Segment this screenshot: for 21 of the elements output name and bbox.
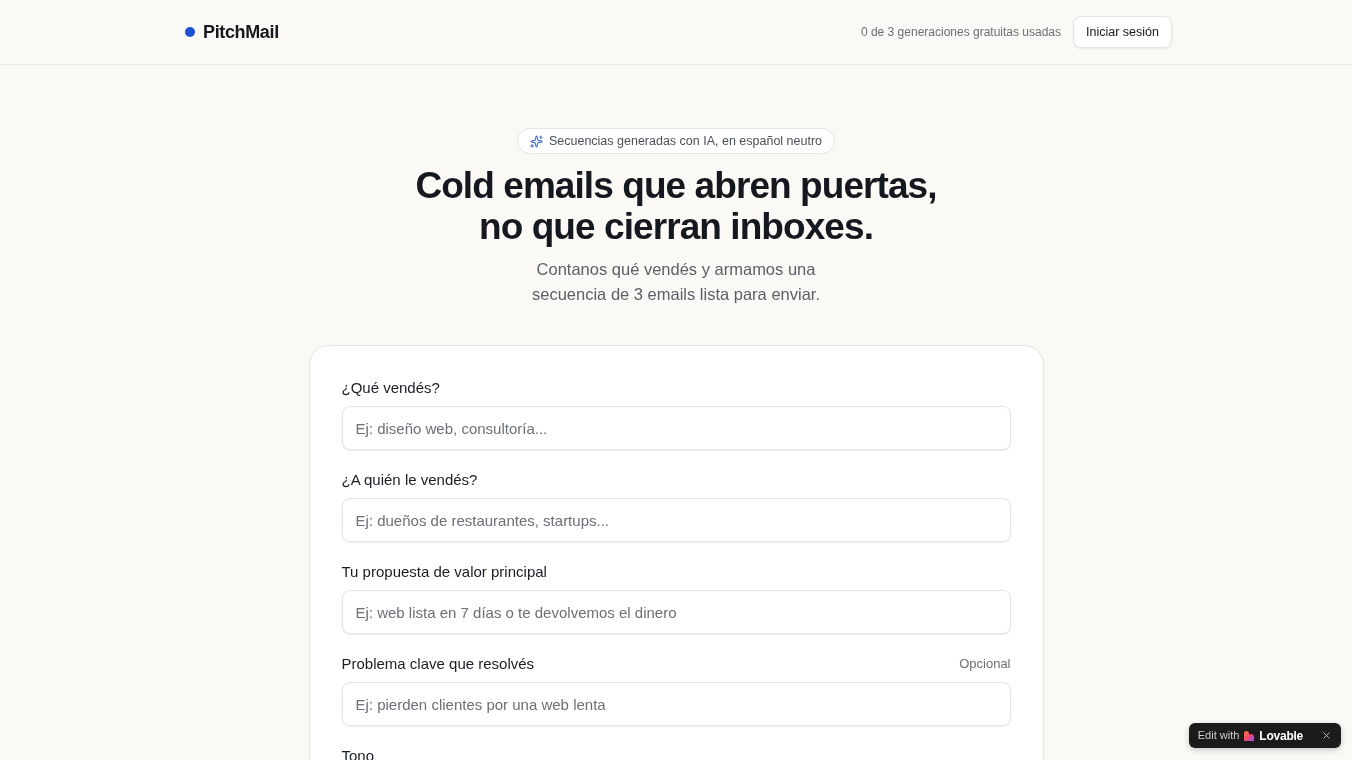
usage-counter: 0 de 3 generaciones gratuitas usadas — [860, 24, 1062, 41]
hero-title: Cold emails que abren puertas, no que cierran inboxes. — [415, 165, 937, 247]
close-icon — [1320, 730, 1332, 741]
edit-with-label: Edit with — [1197, 728, 1240, 744]
field-label: ¿Qué vendés? — [341, 378, 440, 398]
text-input-field[interactable]: Ej: diseño web, consultoría... — [341, 406, 1011, 450]
hero-subtitle: Contanos qué vendés y armamos una secuencia de 3 emails lista para enviar. — [532, 259, 820, 305]
field-label: Tu propuesta de valor principal — [341, 562, 547, 582]
text-input-field[interactable]: Ej: dueños de restaurantes, startups... — [341, 498, 1011, 542]
text-input-field[interactable]: Ej: web lista en 7 días o te devolvemos el dinero — [341, 590, 1011, 634]
field-label: Problema clave que resolvés — [341, 654, 535, 674]
edit-badge[interactable]: Edit with Lovable — [1188, 723, 1341, 748]
brand-label: Lovable — [1259, 727, 1303, 745]
field-label: ¿A quién le vendés? — [341, 470, 478, 490]
login-button[interactable]: Iniciar sesión — [1073, 16, 1172, 48]
text-input-field[interactable]: Ej: pierden clientes por una web lenta — [341, 682, 1011, 726]
optional-note: Opcional — [959, 655, 1011, 673]
heart-logo-icon — [1244, 730, 1255, 741]
brand-name: PitchMail — [203, 20, 279, 44]
badge-text: Secuencias generadas con IA, en español neutro — [548, 132, 823, 150]
sparkles-icon — [529, 134, 543, 148]
